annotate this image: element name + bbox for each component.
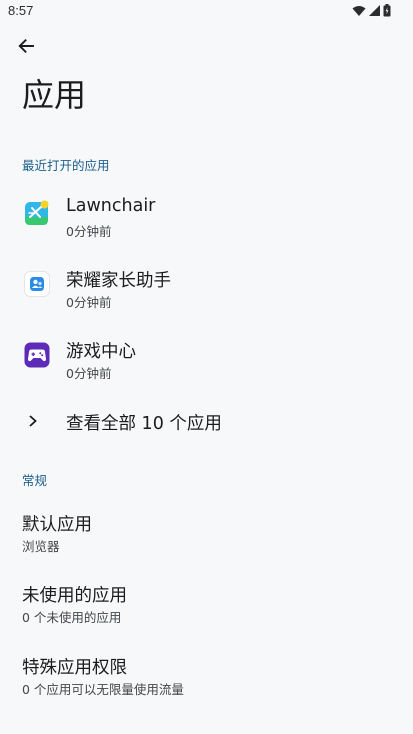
app-last-used: 0分钟前 [66, 224, 112, 239]
see-all-apps-label: 查看全部 10 个应用 [66, 414, 222, 434]
status-icons [352, 4, 391, 17]
battery-icon [383, 4, 391, 17]
app-name: 荣耀家长助手 [66, 271, 171, 291]
page-title: 应用 [22, 76, 87, 114]
status-time: 8:57 [8, 3, 34, 18]
see-all-apps-button[interactable]: 查看全部 10 个应用 [0, 400, 413, 444]
game-center-icon [24, 342, 50, 368]
pref-summary: 0 个未使用的应用 [22, 610, 122, 625]
pref-title: 未使用的应用 [22, 586, 127, 606]
chevron-right-icon [26, 411, 40, 435]
status-bar: 8:57 [0, 0, 413, 24]
pref-summary: 0 个应用可以无限量使用流量 [22, 682, 184, 697]
app-name: Lawnchair [66, 196, 156, 216]
pref-title: 特殊应用权限 [22, 658, 127, 678]
recent-app-lawnchair[interactable]: Lawnchair 0分钟前 [0, 186, 413, 246]
signal-icon [369, 5, 380, 16]
back-button[interactable] [12, 34, 40, 62]
general-section-header: 常规 [22, 473, 48, 488]
recent-apps-header: 最近打开的应用 [22, 158, 110, 173]
default-apps-item[interactable]: 默认应用 浏览器 [0, 501, 413, 561]
pref-summary: 浏览器 [22, 539, 60, 554]
wifi-icon [352, 5, 366, 17]
parent-assistant-icon [24, 271, 50, 297]
recent-app-game-center[interactable]: 游戏中心 0分钟前 [0, 328, 413, 388]
unused-apps-item[interactable]: 未使用的应用 0 个未使用的应用 [0, 572, 413, 632]
arrow-back-icon [17, 37, 35, 59]
lawnchair-icon [24, 200, 50, 226]
app-name: 游戏中心 [66, 342, 136, 362]
special-app-access-item[interactable]: 特殊应用权限 0 个应用可以无限量使用流量 [0, 644, 413, 704]
app-last-used: 0分钟前 [66, 366, 112, 381]
pref-title: 默认应用 [22, 515, 92, 535]
app-last-used: 0分钟前 [66, 295, 112, 310]
recent-app-parent-assistant[interactable]: 荣耀家长助手 0分钟前 [0, 257, 413, 317]
